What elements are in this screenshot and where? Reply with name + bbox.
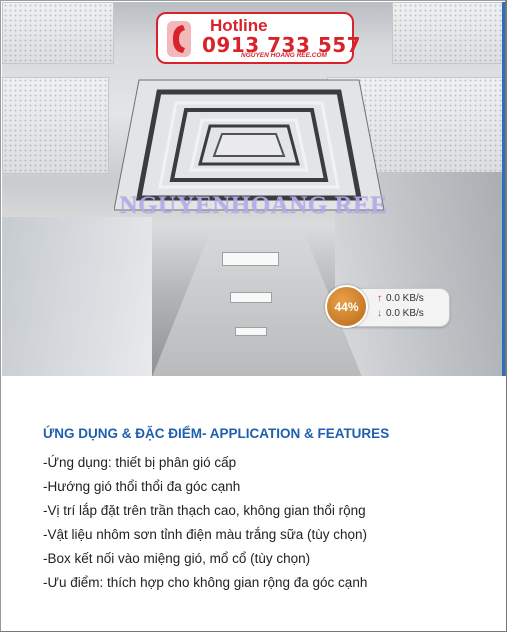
percent-badge: 44% bbox=[325, 285, 368, 328]
list-item: -Vị trí lắp đặt trên trần thạch cao, khô… bbox=[43, 503, 366, 518]
download-speed-value: 0.0 KB/s bbox=[386, 308, 424, 319]
download-arrow-icon: ↓ bbox=[377, 308, 382, 319]
upload-arrow-icon: ↑ bbox=[377, 293, 382, 304]
phone-icon bbox=[167, 21, 191, 57]
hotline-banner: Hotline 0913 733 557 NGUYEN HOANG REE.CO… bbox=[156, 12, 361, 64]
left-wall bbox=[2, 217, 152, 376]
list-item: -Ứng dụng: thiết bị phân gió cấp bbox=[43, 455, 237, 470]
ceiling-diffuser-photo: NGUYENHOANG REE Hotline 0913 733 557 NGU… bbox=[2, 2, 505, 376]
hotline-website: NGUYEN HOANG REE.COM bbox=[241, 52, 327, 59]
features-section: ỨNG DỤNG & ĐẶC ĐIỂM- APPLICATION & FEATU… bbox=[1, 376, 506, 631]
download-speed: ↓ 0.0 KB/s bbox=[377, 308, 424, 319]
ceiling-tile bbox=[392, 2, 505, 64]
network-speed-widget[interactable]: 44% ↑ 0.0 KB/s ↓ 0.0 KB/s bbox=[325, 285, 450, 328]
ceiling-light bbox=[235, 327, 267, 336]
upload-speed-value: 0.0 KB/s bbox=[386, 293, 424, 304]
list-item: -Hướng gió thổi thổi đa góc cạnh bbox=[43, 479, 241, 494]
page-frame: NGUYENHOANG REE Hotline 0913 733 557 NGU… bbox=[0, 0, 507, 632]
features-list: -Ứng dụng: thiết bị phân gió cấp -Hướng … bbox=[43, 451, 367, 595]
section-heading: ỨNG DỤNG & ĐẶC ĐIỂM- APPLICATION & FEATU… bbox=[43, 426, 390, 441]
ceiling-tile bbox=[2, 2, 114, 64]
list-item: -Box kết nối vào miệng gió, mổ cổ (tùy c… bbox=[43, 551, 311, 566]
upload-speed: ↑ 0.0 KB/s bbox=[377, 293, 424, 304]
ceiling-tile bbox=[2, 77, 109, 174]
ceiling-light bbox=[222, 252, 279, 266]
list-item: -Vật liệu nhôm sơn tỉnh điện màu trắng s… bbox=[43, 527, 368, 542]
watermark-text: NGUYENHOANG REE bbox=[119, 192, 388, 219]
ceiling-light bbox=[230, 292, 272, 303]
list-item: -Ưu điểm: thích hợp cho không gian rộng … bbox=[43, 575, 368, 590]
photo-edge-bar bbox=[502, 2, 505, 376]
